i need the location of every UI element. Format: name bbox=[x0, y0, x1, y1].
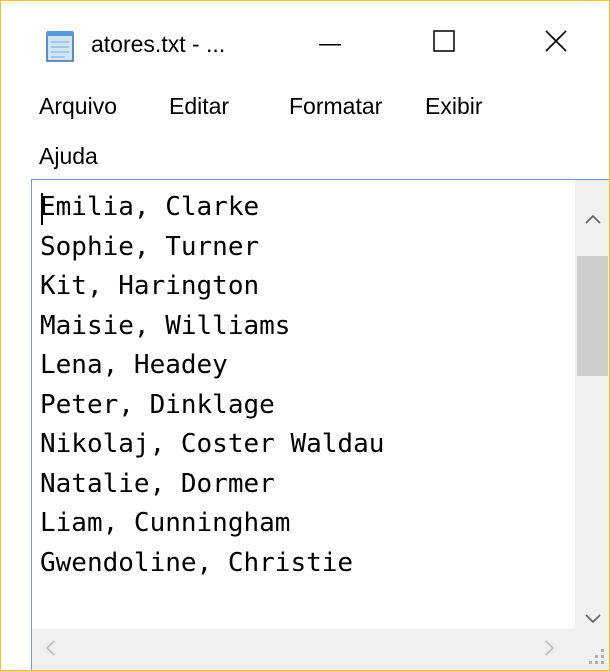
menu-ajuda[interactable]: Ajuda bbox=[39, 143, 98, 170]
text-line: Liam, Cunningham bbox=[40, 508, 291, 538]
size-grip[interactable] bbox=[575, 629, 609, 670]
menu-exibir[interactable]: Exibir bbox=[425, 93, 483, 120]
vertical-scrollbar[interactable] bbox=[575, 180, 609, 631]
notepad-icon bbox=[43, 29, 77, 63]
text-line: Kit, Harington bbox=[40, 271, 260, 301]
text-caret bbox=[41, 193, 43, 225]
text-content[interactable]: Emilia, Clarke Sophie, Turner Kit, Harin… bbox=[40, 188, 568, 608]
scroll-down-button[interactable] bbox=[575, 609, 609, 631]
minimize-icon bbox=[319, 34, 341, 52]
text-line: Peter, Dinklage bbox=[40, 389, 275, 420]
chevron-right-icon bbox=[545, 639, 555, 661]
menu-formatar[interactable]: Formatar bbox=[289, 93, 382, 120]
horizontal-scrollbar[interactable] bbox=[32, 629, 575, 670]
maximize-button[interactable] bbox=[411, 13, 477, 73]
close-button[interactable] bbox=[523, 13, 589, 73]
chevron-up-icon bbox=[584, 211, 601, 229]
close-icon bbox=[544, 29, 568, 58]
scroll-left-button[interactable] bbox=[32, 629, 68, 670]
text-line: Lena, Headey bbox=[40, 350, 228, 380]
chevron-left-icon bbox=[45, 639, 55, 661]
menu-arquivo[interactable]: Arquivo bbox=[39, 93, 117, 120]
notepad-window: atores.txt - ... Arquivo Editar Formatar… bbox=[0, 0, 610, 671]
minimize-button[interactable] bbox=[297, 13, 363, 73]
text-line: Gwendoline, Christie bbox=[40, 547, 354, 578]
text-line: Nikolaj, Coster Waldau bbox=[40, 429, 385, 459]
maximize-icon bbox=[433, 29, 455, 57]
menu-editar[interactable]: Editar bbox=[169, 93, 229, 120]
text-line: Natalie, Dormer bbox=[40, 468, 275, 499]
menu-bar: Arquivo Editar Formatar Exibir Ajuda bbox=[1, 87, 609, 179]
chevron-down-icon bbox=[584, 611, 601, 629]
scroll-up-button[interactable] bbox=[575, 200, 609, 240]
text-line: Sophie, Turner bbox=[40, 231, 260, 262]
vertical-scroll-thumb[interactable] bbox=[577, 256, 608, 376]
title-bar[interactable]: atores.txt - ... bbox=[1, 1, 609, 87]
text-line: Maisie, Williams bbox=[40, 310, 291, 341]
size-grip-icon bbox=[575, 649, 609, 670]
scroll-right-button[interactable] bbox=[532, 629, 568, 670]
text-line: Emilia, Clarke bbox=[40, 192, 260, 222]
window-title: atores.txt - ... bbox=[91, 31, 226, 57]
text-editor[interactable]: Emilia, Clarke Sophie, Turner Kit, Harin… bbox=[31, 179, 609, 670]
